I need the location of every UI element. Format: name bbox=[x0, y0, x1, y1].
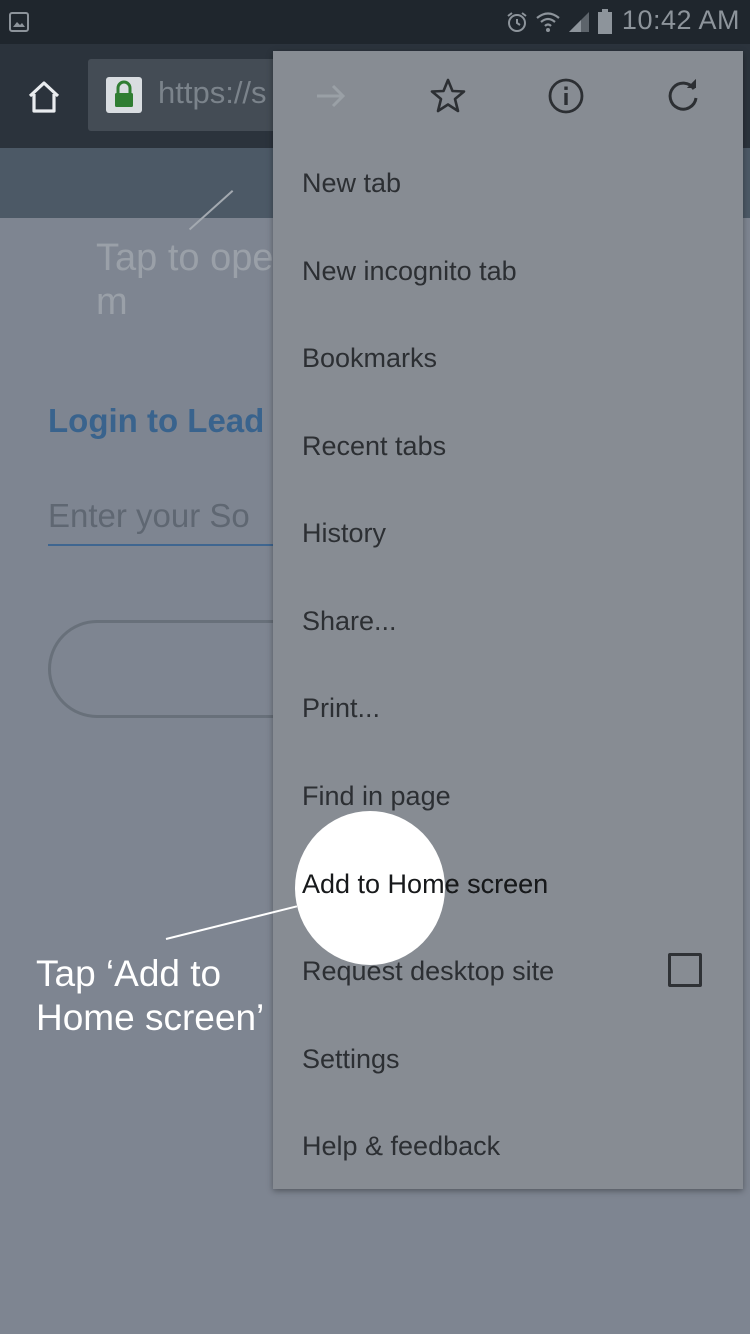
menu-item-recent-tabs[interactable]: Recent tabs bbox=[302, 420, 446, 472]
menu-item-print[interactable]: Print... bbox=[302, 682, 380, 734]
annotation-text: Tap ‘Add to Home screen’ bbox=[36, 953, 265, 1038]
status-icons bbox=[505, 8, 613, 36]
menu-item-label: New tab bbox=[302, 167, 402, 198]
bookmark-star-icon[interactable] bbox=[428, 76, 468, 116]
menu-item-label: Request desktop site bbox=[302, 955, 555, 986]
lock-icon bbox=[106, 77, 142, 113]
status-bar: 10:42 AM bbox=[0, 0, 750, 44]
menu-item-label: Settings bbox=[302, 1043, 400, 1074]
request-desktop-site-checkbox[interactable] bbox=[668, 953, 702, 987]
menu-item-new-incognito-tab[interactable]: New incognito tab bbox=[302, 245, 517, 297]
menu-item-history[interactable]: History bbox=[302, 507, 386, 559]
menu-item-new-tab[interactable]: New tab bbox=[302, 157, 401, 209]
menu-item-label: New incognito tab bbox=[302, 255, 517, 286]
info-icon[interactable] bbox=[546, 76, 586, 116]
url-text: https://s bbox=[158, 75, 267, 110]
menu-item-label: Share... bbox=[302, 605, 397, 636]
menu-item-label: Print... bbox=[302, 692, 381, 723]
status-time: 10:42 AM bbox=[621, 5, 740, 35]
signal-icon bbox=[569, 12, 589, 32]
menu-toolbar bbox=[273, 51, 743, 141]
menu-item-bookmarks[interactable]: Bookmarks bbox=[302, 332, 437, 384]
menu-item-settings[interactable]: Settings bbox=[302, 1033, 400, 1085]
login-title: Login to Lead bbox=[48, 402, 265, 439]
wifi-icon bbox=[536, 12, 560, 32]
menu-item-label: Help & feedback bbox=[302, 1130, 501, 1161]
menu-item-label: Find in page bbox=[302, 780, 451, 811]
menu-item-share[interactable]: Share... bbox=[302, 595, 397, 647]
menu-item-label: Recent tabs bbox=[302, 430, 447, 461]
menu-item-help-feedback[interactable]: Help & feedback bbox=[302, 1120, 500, 1172]
gallery-icon bbox=[9, 12, 29, 32]
alarm-icon bbox=[507, 12, 527, 32]
battery-icon bbox=[598, 9, 612, 34]
forward-icon[interactable] bbox=[311, 76, 351, 116]
menu-item-label: History bbox=[302, 517, 387, 548]
home-icon[interactable] bbox=[24, 77, 64, 117]
refresh-icon[interactable] bbox=[663, 76, 703, 116]
chrome-overflow-menu: New tab New incognito tab Bookmarks Rece… bbox=[273, 51, 743, 1189]
menu-item-label: Bookmarks bbox=[302, 342, 438, 373]
highlighted-menu-label[interactable]: Add to Home screen bbox=[302, 858, 548, 910]
